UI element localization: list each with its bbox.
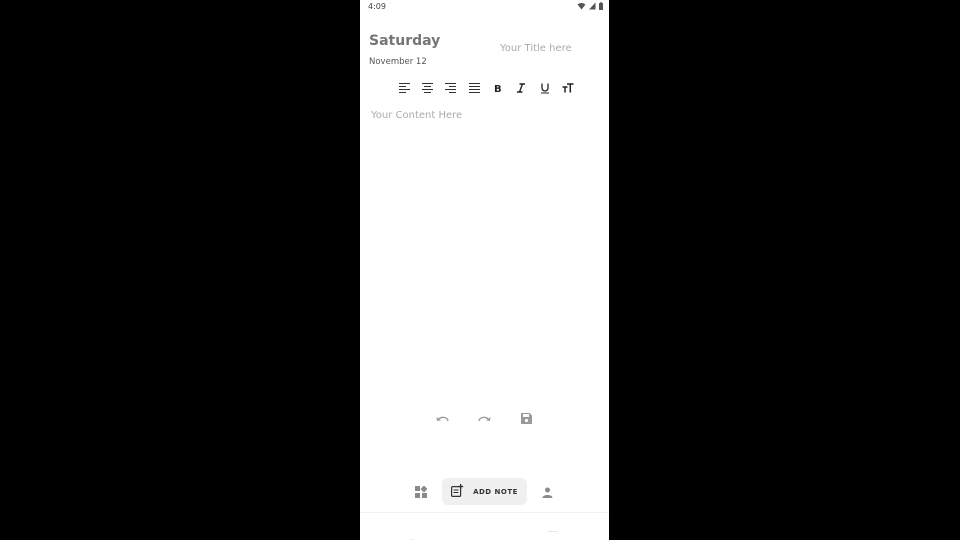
redo-icon xyxy=(477,409,491,428)
undo-icon xyxy=(436,409,449,428)
dashboard-icon xyxy=(415,483,428,502)
align-left-icon xyxy=(398,83,410,93)
text-size-icon xyxy=(562,83,574,93)
bottom-nav: ADD NOTE xyxy=(360,476,609,506)
phone-screen: 4:09 Saturday November 12 Your Title her… xyxy=(360,0,609,540)
bold-button[interactable]: B xyxy=(490,80,506,96)
italic-button[interactable] xyxy=(513,80,529,96)
underline-icon xyxy=(540,83,550,94)
align-right-icon xyxy=(445,83,457,93)
status-bar: 4:09 xyxy=(360,0,609,14)
align-justify-icon xyxy=(468,83,480,93)
battery-icon xyxy=(599,2,603,10)
align-center-button[interactable] xyxy=(419,80,435,96)
text-size-button[interactable] xyxy=(560,80,576,96)
action-row xyxy=(434,410,534,426)
dashboard-button[interactable] xyxy=(413,484,429,500)
align-justify-button[interactable] xyxy=(466,80,482,96)
add-note-button[interactable]: ADD NOTE xyxy=(442,478,527,505)
title-input[interactable] xyxy=(500,40,600,56)
add-note-icon xyxy=(451,482,464,501)
system-recents-icon[interactable] xyxy=(548,531,558,532)
content-input[interactable] xyxy=(371,110,599,400)
svg-text:B: B xyxy=(494,84,502,93)
status-icons xyxy=(577,2,603,10)
signal-icon xyxy=(589,2,596,10)
undo-button[interactable] xyxy=(434,410,450,426)
align-center-icon xyxy=(421,83,433,93)
underline-button[interactable] xyxy=(537,80,553,96)
italic-icon xyxy=(516,83,526,93)
format-toolbar: B xyxy=(396,80,576,96)
day-title: Saturday xyxy=(369,33,441,49)
align-right-button[interactable] xyxy=(443,80,459,96)
date-text: November 12 xyxy=(369,57,427,67)
save-button[interactable] xyxy=(518,410,534,426)
profile-button[interactable] xyxy=(539,484,555,500)
wifi-icon xyxy=(577,2,586,10)
bold-icon: B xyxy=(493,83,503,93)
redo-button[interactable] xyxy=(476,410,492,426)
align-left-button[interactable] xyxy=(396,80,412,96)
system-back-icon[interactable] xyxy=(409,527,418,540)
person-icon xyxy=(542,483,553,502)
system-nav-bar xyxy=(360,512,609,540)
add-note-label: ADD NOTE xyxy=(473,487,518,496)
save-icon xyxy=(520,409,532,428)
status-time: 4:09 xyxy=(368,2,386,11)
